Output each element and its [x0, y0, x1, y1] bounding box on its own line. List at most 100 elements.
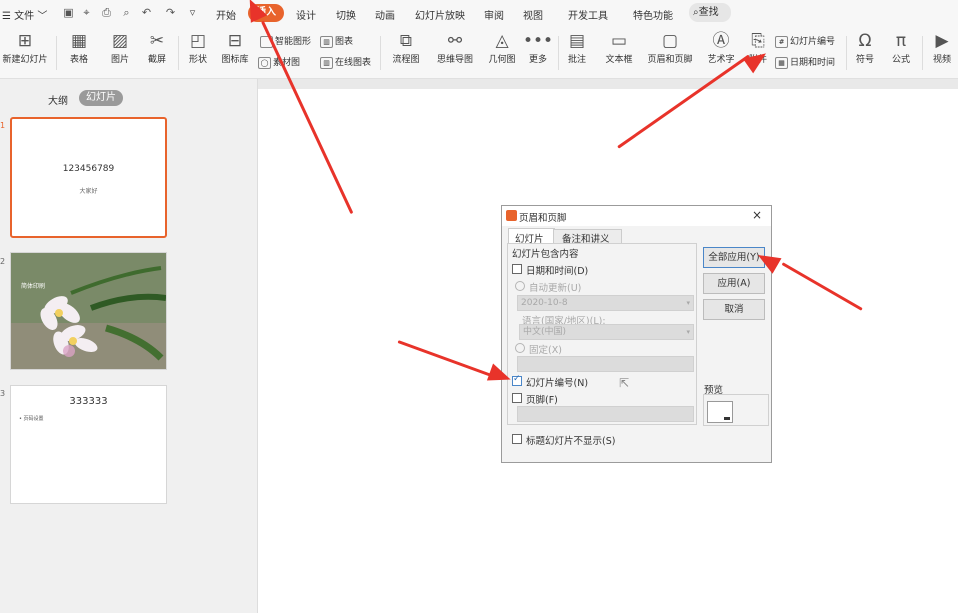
slide-3-title: 333333 — [69, 396, 108, 407]
textbox-button[interactable]: ▭ 文本框 — [599, 30, 639, 65]
format-painter-icon[interactable]: ⌖ — [80, 6, 93, 19]
more-icon: ••• — [522, 31, 554, 51]
tab-developer[interactable]: 开发工具 — [568, 7, 608, 22]
chart-icon: ▥ — [320, 35, 333, 48]
chart-button[interactable]: ▥ 图表 — [320, 34, 353, 48]
tab-slide[interactable]: 幻灯片 — [508, 228, 555, 245]
tab-home[interactable]: 开始 — [216, 7, 236, 22]
slide-number-icon: # — [775, 35, 788, 48]
geometry-label: 几何图 — [488, 55, 516, 65]
tab-view[interactable]: 视图 — [523, 7, 543, 22]
slide-thumbnail-2[interactable]: 简体印刷 — [10, 252, 167, 370]
checkmark-icon: ✓ — [513, 374, 521, 384]
table-button[interactable]: ▦ 表格 — [63, 30, 95, 65]
material-label: 素材图 — [273, 58, 301, 68]
header-footer-icon: ▢ — [661, 31, 679, 51]
dialog-titlebar: 页眉和页脚 × — [502, 206, 771, 226]
search-box[interactable]: ⌕查找 — [689, 3, 731, 22]
header-footer-dialog: 页眉和页脚 × 幻灯片 备注和讲义 幻灯片包含内容 日期和时间(D) 自动更新(… — [501, 205, 772, 463]
online-chart-icon: ▥ — [320, 56, 333, 69]
slide-number-checkbox[interactable]: ✓ — [512, 374, 522, 386]
comment-label: 批注 — [567, 55, 586, 65]
print-preview-icon[interactable]: ⌕ — [120, 6, 133, 19]
auto-update-label: 自动更新(U) — [529, 283, 582, 294]
calendar-icon: ▦ — [775, 56, 788, 69]
tab-animation[interactable]: 动画 — [375, 7, 395, 22]
online-chart-label: 在线图表 — [335, 58, 372, 68]
slide-thumbnail-1[interactable]: 123456789 大家好 — [10, 117, 167, 238]
footer-label: 页脚(F) — [526, 395, 558, 406]
title-hide-checkbox[interactable] — [512, 434, 522, 444]
save-icon[interactable]: ▣ — [62, 6, 75, 19]
tab-slides[interactable]: 幻灯片 — [79, 90, 123, 106]
new-slide-icon: ⊞ — [17, 31, 33, 51]
customize-qat-icon[interactable]: ▿ — [186, 6, 199, 19]
header-footer-button[interactable]: ▢ 页眉和页脚 — [643, 30, 697, 65]
slide-1-title: 123456789 — [62, 164, 115, 174]
video-button[interactable]: ▶ 视频 — [926, 30, 958, 65]
tab-slideshow[interactable]: 幻灯片放映 — [415, 7, 465, 22]
new-slide-button[interactable]: ⊞ 新建幻灯片 — [0, 30, 50, 65]
textbox-label: 文本框 — [605, 55, 633, 65]
divider — [178, 36, 179, 70]
mouse-cursor-icon: ⇱ — [619, 376, 630, 390]
chevron-down-icon: ▾ — [686, 328, 690, 336]
slide-3-bullet: • 页码设置 — [19, 416, 44, 422]
comment-button[interactable]: ▤ 批注 — [562, 30, 592, 65]
slide-thumbnail-3[interactable]: 333333 • 页码设置 — [10, 385, 167, 504]
preview-box — [703, 394, 769, 426]
date-format-select[interactable]: 2020-10-8 ▾ — [517, 295, 694, 311]
datetime-label: 日期和时间 — [790, 58, 836, 68]
divider — [846, 36, 847, 70]
title-hide-label: 标题幻灯片不显示(S) — [526, 436, 616, 447]
mindmap-label: 思维导图 — [436, 55, 473, 65]
symbol-button[interactable]: Ω 符号 — [850, 30, 880, 65]
tab-review[interactable]: 审阅 — [484, 7, 504, 22]
flowchart-button[interactable]: ⧉ 流程图 — [386, 30, 426, 65]
datetime-label: 日期和时间(D) — [526, 266, 589, 277]
tab-transitions[interactable]: 切换 — [336, 7, 356, 22]
slide-number-button[interactable]: # 幻灯片编号 — [775, 34, 835, 48]
flowchart-label: 流程图 — [392, 55, 420, 65]
undo-icon[interactable]: ↶ — [140, 6, 153, 19]
cancel-button[interactable]: 取消 — [703, 299, 765, 320]
wordart-icon: Ⓐ — [712, 31, 730, 51]
fixed-radio[interactable] — [515, 343, 525, 353]
preview-slide — [707, 401, 733, 423]
picture-button[interactable]: ▨ 图片 — [104, 30, 136, 65]
group-label: 幻灯片包含内容 — [512, 249, 579, 260]
language-select[interactable]: 中文(中国) ▾ — [519, 324, 694, 340]
close-icon[interactable]: × — [752, 208, 762, 222]
more-button[interactable]: ••• 更多 — [522, 30, 554, 65]
footer-checkbox[interactable] — [512, 393, 522, 403]
tab-design[interactable]: 设计 — [296, 7, 316, 22]
geometry-button[interactable]: ◬ 几何图 — [484, 30, 520, 65]
formula-label: 公式 — [891, 55, 910, 65]
auto-update-radio[interactable] — [515, 281, 525, 291]
file-menu[interactable]: ☰ 文件 ﹀ — [2, 7, 47, 22]
icon-library-button[interactable]: ⊟ 图标库 — [218, 30, 252, 65]
icon-library-label: 图标库 — [221, 55, 249, 65]
online-chart-button[interactable]: ▥ 在线图表 — [320, 55, 371, 69]
tab-outline[interactable]: 大纲 — [48, 92, 68, 107]
divider — [558, 36, 559, 70]
wordart-button[interactable]: Ⓐ 艺术字 — [702, 30, 740, 65]
app-logo-icon — [506, 210, 517, 221]
footer-input[interactable] — [517, 406, 694, 422]
fixed-date-input[interactable] — [517, 356, 694, 372]
mindmap-button[interactable]: ⚯ 思维导图 — [430, 30, 480, 65]
redo-icon[interactable]: ↷ — [164, 6, 177, 19]
slide-number-1: 1 — [0, 121, 6, 130]
tab-special-features[interactable]: 特色功能 — [633, 7, 673, 22]
omega-icon: Ω — [858, 31, 872, 51]
print-icon[interactable]: ⎙ — [100, 6, 113, 19]
datetime-button[interactable]: ▦ 日期和时间 — [775, 55, 835, 69]
shape-button[interactable]: ◰ 形状 — [182, 30, 214, 65]
datetime-checkbox[interactable] — [512, 264, 522, 274]
divider — [56, 36, 57, 70]
new-slide-label: 新建幻灯片 — [2, 55, 48, 65]
tab-notes[interactable]: 备注和讲义 — [553, 229, 622, 245]
formula-button[interactable]: π 公式 — [885, 30, 917, 65]
apply-button[interactable]: 应用(A) — [703, 273, 765, 294]
screenshot-button[interactable]: ✂ 截屏 — [141, 30, 173, 65]
